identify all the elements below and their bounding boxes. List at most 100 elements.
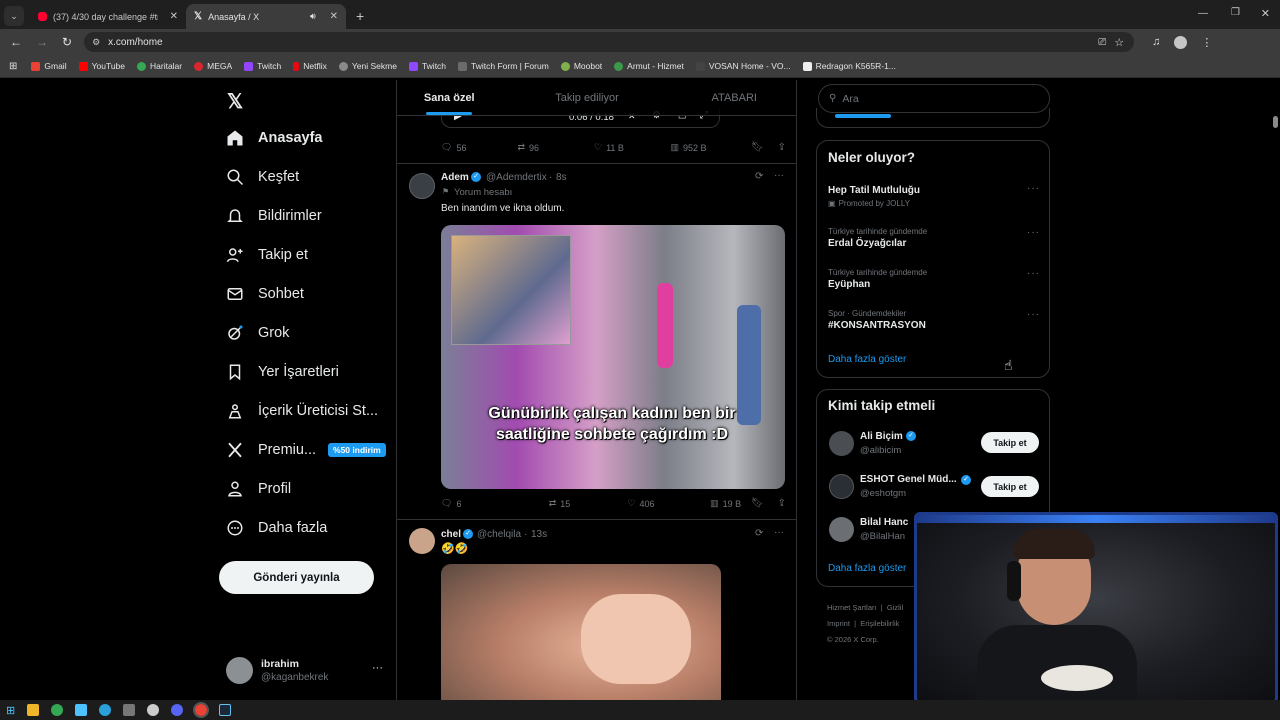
install-icon[interactable]: ⎚ xyxy=(1098,37,1106,48)
monitor-icon[interactable] xyxy=(75,704,88,716)
footer-link[interactable]: Erişilebilirlik xyxy=(860,619,899,628)
speaker-icon[interactable]: 🔊︎ xyxy=(310,11,316,22)
window-close-button[interactable]: ✕ xyxy=(1261,7,1270,20)
views-button[interactable]: ▥ 952 B xyxy=(671,142,751,153)
more-icon[interactable]: ··· xyxy=(774,527,784,538)
grok-icon[interactable]: ⟳ xyxy=(755,528,763,539)
post-video[interactable] xyxy=(441,564,721,700)
sidebar-item-follow[interactable]: Takip et xyxy=(226,246,308,264)
profile-avatar-icon[interactable] xyxy=(1174,35,1188,49)
post-video[interactable]: Günübirlik çalışan kadını ben bir saatli… xyxy=(441,225,785,489)
bookmark-twitch[interactable]: Twitch xyxy=(244,61,281,71)
footer-link[interactable]: Gizlil xyxy=(887,603,903,612)
bookmark-netflix[interactable]: Netflix xyxy=(293,61,327,71)
post[interactable]: chel ✓ @chelqila · 13s ⟳ ··· 🤣🤣 xyxy=(397,520,796,700)
bookmark-gmail[interactable]: Gmail xyxy=(31,61,67,71)
reply-button[interactable]: 🗨︎ 6 xyxy=(441,498,517,509)
tab-search-button[interactable]: ⌄ xyxy=(4,6,24,26)
bookmark-redragon[interactable]: Redragon K565R-1... xyxy=(802,61,896,71)
star-icon[interactable]: ☆ xyxy=(1114,36,1124,49)
sidebar-item-creator-studio[interactable]: İçerik Üreticisi St... xyxy=(226,402,378,420)
more-icon[interactable]: ··· xyxy=(1027,268,1040,279)
like-button[interactable]: ♡ 11 B xyxy=(594,142,671,153)
steam-icon[interactable] xyxy=(219,704,232,716)
obs-icon[interactable] xyxy=(147,704,160,716)
trend-item[interactable]: Türkiye tarihinde gündemde Eyüphan ··· xyxy=(828,268,1040,290)
like-button[interactable]: ♡ 406 xyxy=(593,498,670,509)
more-icon[interactable]: ··· xyxy=(774,170,784,181)
sidebar-item-home[interactable]: Anasayfa xyxy=(226,129,322,147)
chrome-icon[interactable] xyxy=(193,702,210,718)
media-control-icon[interactable]: ♫ xyxy=(1152,36,1160,48)
show-more-link[interactable]: Daha fazla göster xyxy=(828,354,906,365)
site-info-icon[interactable]: ⚙︎ xyxy=(92,37,100,48)
sidebar-item-explore[interactable]: Keşfet xyxy=(226,168,299,186)
restore-button[interactable]: ❐ xyxy=(1231,7,1240,18)
telegram-icon[interactable] xyxy=(99,704,112,716)
sidebar-item-premium[interactable]: Premiu... %50 indirim xyxy=(226,441,386,459)
apps-grid-icon[interactable]: ⊞ xyxy=(9,61,17,72)
more-icon[interactable]: ··· xyxy=(372,662,383,674)
footer-link[interactable]: Imprint xyxy=(827,619,850,628)
bookmark-icon[interactable]: 🔖︎ xyxy=(751,142,764,153)
bookmark-new-tab[interactable]: Yeni Sekme xyxy=(338,61,397,71)
repost-button[interactable]: ⇄ 15 xyxy=(517,498,594,509)
post-button[interactable]: Gönderi yayınla xyxy=(219,561,374,594)
more-icon[interactable]: ··· xyxy=(1027,309,1040,320)
show-more-link[interactable]: Daha fazla göster xyxy=(828,563,906,574)
bookmark-maps[interactable]: Haritalar xyxy=(137,61,182,71)
sidebar-item-chat[interactable]: Sohbet xyxy=(226,285,304,303)
close-icon[interactable]: ✕ xyxy=(170,11,178,22)
new-tab-button[interactable]: + xyxy=(356,8,364,24)
share-icon[interactable]: ⇪ xyxy=(778,498,786,509)
follow-button[interactable]: Takip et xyxy=(981,432,1039,453)
bookmark-youtube[interactable]: YouTube xyxy=(78,61,125,71)
sidebar-item-profile[interactable]: Profil xyxy=(226,480,291,498)
discord-icon[interactable] xyxy=(171,704,184,716)
more-icon[interactable]: ··· xyxy=(1027,227,1040,238)
suggestion-row[interactable]: ESHOT Genel Müd... ✓ @eshotgm Takip et xyxy=(817,470,1049,502)
more-icon[interactable]: ··· xyxy=(1027,183,1040,194)
sidebar-item-notifications[interactable]: Bildirimler xyxy=(226,207,322,225)
sidebar-item-more[interactable]: Daha fazla xyxy=(226,519,327,537)
bookmark-mega[interactable]: MEGA xyxy=(194,61,232,71)
app-icon[interactable] xyxy=(123,704,136,716)
repost-button[interactable]: ⇄ 96 xyxy=(518,142,595,153)
bookmark-twitch-2[interactable]: Twitch xyxy=(408,61,446,71)
share-icon[interactable]: ⇪ xyxy=(778,142,786,153)
follow-button[interactable]: Takip et xyxy=(981,476,1039,497)
scrollbar-thumb[interactable] xyxy=(1273,116,1278,128)
sidebar-item-bookmarks[interactable]: Yer İşaretleri xyxy=(226,363,339,381)
tab-atabari[interactable]: ATABARI xyxy=(673,80,797,115)
browser-tab-youtube[interactable]: (37) 4/30 day challenge #trend ✕ xyxy=(30,4,186,29)
reply-button[interactable]: 🗨︎ 56 xyxy=(441,142,518,153)
post[interactable]: Adem ✓ @Ademdertix · 8s ⟳ ··· ⚑ Yorum he… xyxy=(397,164,796,519)
bookmark-twitch-forum[interactable]: Twitch Form | Forum xyxy=(458,61,549,71)
views-button[interactable]: ▥ 19 B xyxy=(670,498,751,509)
grok-icon[interactable]: ⟳ xyxy=(755,171,763,182)
file-explorer-icon[interactable] xyxy=(27,704,40,716)
tab-for-you[interactable]: Sana özel xyxy=(397,80,502,115)
chrome-icon[interactable] xyxy=(51,704,64,716)
browser-menu-icon[interactable]: ⋮ xyxy=(1201,36,1212,49)
tab-following[interactable]: Takip ediliyor xyxy=(502,80,673,115)
trend-item[interactable]: Türkiye tarihinde gündemde Erdal Özyağcı… xyxy=(828,227,1040,249)
url-field[interactable]: ⚙︎ x.com/home ⎚ ☆ xyxy=(84,32,1135,52)
start-icon[interactable]: ⊞ xyxy=(6,704,15,717)
trend-item[interactable]: Spor · Gündemdekiler #KONSANTRASYON ··· xyxy=(828,309,1040,331)
reload-icon[interactable]: ↻ xyxy=(62,35,72,49)
x-logo-icon[interactable]: 𝕏 xyxy=(227,89,243,114)
forward-icon[interactable]: → xyxy=(36,35,48,49)
trend-item[interactable]: Hep Tatil Mutluluğu ▣ Promoted by JOLLY ·… xyxy=(828,183,1040,208)
bookmark-icon[interactable]: 🔖︎ xyxy=(751,498,764,509)
back-icon[interactable]: ← xyxy=(10,35,22,49)
sidebar-item-grok[interactable]: Grok xyxy=(226,324,289,342)
bookmark-moobot[interactable]: Moobot xyxy=(560,61,602,71)
browser-tab-x[interactable]: 𝕏 Anasayfa / X 🔊︎ ✕ xyxy=(186,4,346,29)
footer-link[interactable]: Hizmet Şartları xyxy=(827,603,877,612)
minimize-button[interactable]: — xyxy=(1198,8,1208,19)
account-switcher[interactable]: ibrahim @kaganbekrek ··· xyxy=(226,654,386,690)
bookmark-vosan[interactable]: VOSAN Home - VO... xyxy=(695,61,791,71)
suggestion-row[interactable]: Ali Biçim ✓ @alibicim Takip et xyxy=(817,427,1049,459)
bookmark-armut[interactable]: Armut - Hizmet xyxy=(614,61,684,71)
